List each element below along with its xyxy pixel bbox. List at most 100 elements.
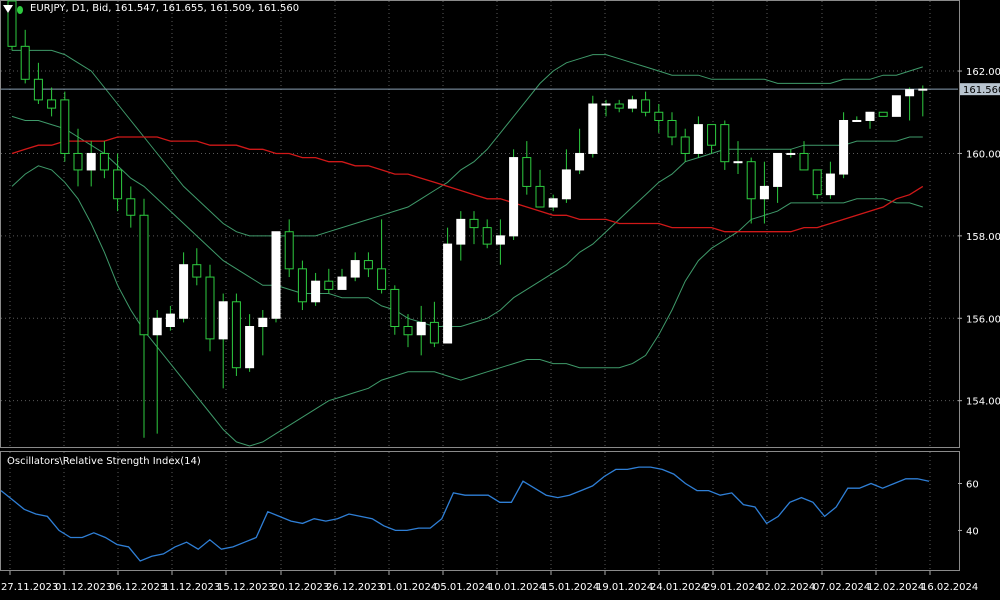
candle-body: [588, 103, 598, 154]
candle-body: [759, 185, 769, 200]
x-tick-label: 16.02.2024: [921, 582, 978, 593]
candle-body: [733, 161, 743, 164]
candle-body: [271, 231, 281, 319]
candle-body: [654, 111, 664, 121]
x-tick-label: 29.01.2024: [704, 582, 761, 593]
bollinger-upper-line: [12, 49, 923, 237]
candle-body: [865, 111, 875, 121]
candle-body: [535, 185, 545, 208]
candle-body: [165, 313, 175, 328]
x-tick-label: 11.12.2023: [163, 582, 220, 593]
candle-body: [627, 99, 637, 109]
candle-body: [495, 235, 505, 245]
candle-body: [218, 301, 228, 340]
candle-body: [60, 99, 70, 154]
candle-body: [522, 157, 532, 187]
candle-body: [693, 124, 703, 154]
candle-body: [416, 321, 426, 336]
candle-body: [126, 198, 136, 216]
candle-body: [258, 317, 268, 328]
candle-body: [86, 152, 96, 171]
candle-body: [390, 288, 400, 328]
x-tick-label: 06.12.2023: [109, 582, 166, 593]
candle-body: [469, 218, 479, 229]
candle-body: [680, 136, 690, 154]
candle-body: [905, 89, 915, 97]
candle-body: [786, 152, 796, 155]
candle-body: [245, 326, 255, 369]
candle-body: [139, 214, 149, 336]
rsi-y-tick-label: 60: [966, 480, 979, 491]
candle-body: [825, 173, 835, 196]
y-tick-label: 162.000: [966, 67, 1000, 78]
x-tick-label: 12.02.2024: [867, 582, 924, 593]
x-tick-label: 20.12.2023: [272, 582, 329, 593]
y-tick-label: 156.000: [966, 314, 1000, 325]
y-tick-label: 158.000: [966, 232, 1000, 243]
x-tick-label: 05.01.2024: [434, 582, 491, 593]
candle-body: [839, 119, 849, 175]
candle-body: [773, 152, 783, 187]
candle-body: [350, 260, 360, 278]
candle-body: [456, 218, 466, 245]
candle-body: [799, 152, 809, 171]
candle-body: [720, 124, 730, 163]
candle-body: [891, 95, 901, 117]
candle-body: [561, 169, 571, 200]
candle-body: [509, 157, 519, 237]
bollinger-lower-line: [11, 165, 923, 447]
x-tick-label: 01.12.2023: [55, 582, 112, 593]
x-tick-label: 24.01.2024: [650, 582, 707, 593]
candle-body: [575, 152, 585, 171]
candle-body: [231, 301, 241, 369]
x-tick-label: 19.01.2024: [596, 582, 653, 593]
candle-body: [443, 243, 453, 344]
candle-body: [20, 45, 30, 80]
x-tick-label: 02.02.2024: [758, 582, 815, 593]
candle-body: [614, 103, 624, 109]
x-tick-label: 27.11.2023: [1, 582, 58, 593]
chart-canvas[interactable]: 162.000 160.000 158.000 156.000 154.000 27.11…: [0, 0, 1000, 600]
candle-body: [746, 161, 756, 200]
candle-body: [429, 321, 439, 344]
candle-body: [33, 78, 43, 101]
candle-body: [324, 280, 334, 290]
rsi-title: Oscillators\Relative Strength Index(14): [7, 456, 201, 467]
candle-body: [403, 326, 413, 336]
candle-body: [852, 119, 862, 122]
candle-body: [179, 264, 189, 319]
candle-body: [152, 317, 162, 336]
candle-body: [548, 198, 558, 208]
x-tick-label: 15.12.2023: [217, 582, 274, 593]
y-tick-label: 154.000: [966, 397, 1000, 408]
candle-body: [113, 169, 123, 200]
x-tick-label: 15.01.2024: [542, 582, 599, 593]
y-tick-label: 160.000: [966, 149, 1000, 160]
x-tick-label: 10.01.2024: [488, 582, 545, 593]
candle-body: [337, 276, 347, 290]
candle-body: [878, 111, 888, 117]
symbol-info: EURJPY, D1, Bid, 161.547, 161.655, 161.5…: [30, 3, 300, 14]
status-dot-icon: [17, 6, 23, 14]
dropdown-arrow-icon[interactable]: [3, 5, 13, 13]
candle-body: [205, 276, 215, 340]
candle-body: [284, 231, 294, 270]
x-tick-label: 26.12.2023: [326, 582, 383, 593]
candle-body: [192, 264, 202, 278]
candle-body: [99, 152, 109, 171]
candle-body: [73, 152, 83, 171]
candle-body: [482, 227, 492, 245]
moving-average-line: [11, 136, 924, 233]
candle-body: [363, 260, 373, 270]
candle-body: [601, 103, 611, 106]
x-tick-label: 07.02.2024: [813, 582, 870, 593]
candle-body: [47, 99, 57, 109]
rsi-y-tick-label: 40: [966, 526, 979, 537]
candle-body: [812, 169, 822, 196]
rsi-line: [0, 466, 930, 562]
candle-body: [667, 119, 677, 138]
bollinger-middle-line: [11, 115, 923, 327]
x-tick-label: 01.01.2024: [380, 582, 437, 593]
candle-body: [297, 268, 307, 303]
current-price-label: 161.560: [963, 85, 1000, 96]
